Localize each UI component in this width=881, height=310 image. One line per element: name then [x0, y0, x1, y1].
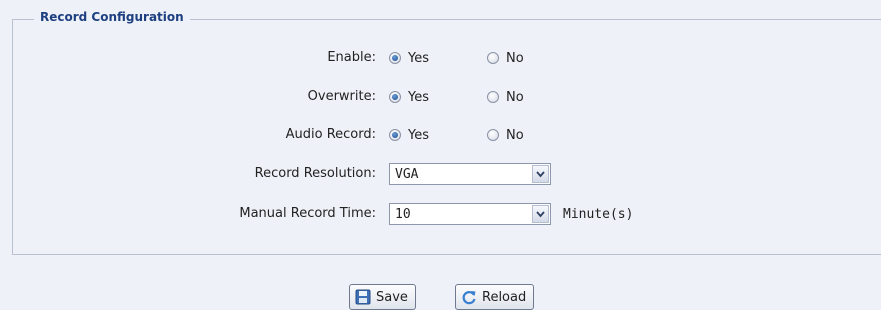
- audio-record-no-label: No: [506, 127, 524, 143]
- manual-record-time-select[interactable]: 10: [389, 203, 551, 225]
- audio-record-label: Audio Record:: [285, 127, 376, 142]
- enable-no-option[interactable]: No: [487, 51, 524, 66]
- reload-button-label: Reload: [482, 289, 527, 305]
- floppy-disk-icon: [355, 289, 371, 305]
- save-button[interactable]: Save: [349, 284, 416, 310]
- record-configuration-legend: Record Configuration: [34, 10, 190, 24]
- audio-record-yes-option[interactable]: Yes: [389, 128, 429, 143]
- manual-record-time-value: 10: [395, 206, 411, 222]
- reload-button[interactable]: Reload: [455, 284, 535, 310]
- enable-yes-option[interactable]: Yes: [389, 51, 429, 66]
- chevron-down-icon[interactable]: [532, 165, 549, 183]
- overwrite-label: Overwrite:: [307, 89, 376, 104]
- overwrite-no-option[interactable]: No: [487, 90, 524, 105]
- overwrite-no-radio[interactable]: [487, 91, 499, 103]
- refresh-icon: [461, 289, 477, 305]
- enable-no-label: No: [506, 50, 524, 66]
- audio-record-yes-label: Yes: [408, 127, 429, 143]
- enable-label: Enable:: [327, 50, 376, 65]
- record-resolution-select[interactable]: VGA: [389, 163, 551, 185]
- overwrite-yes-radio[interactable]: [389, 91, 401, 103]
- audio-record-no-option[interactable]: No: [487, 128, 524, 143]
- chevron-down-icon[interactable]: [532, 205, 549, 223]
- audio-record-no-radio[interactable]: [487, 129, 499, 141]
- audio-record-yes-radio[interactable]: [389, 129, 401, 141]
- overwrite-no-label: No: [506, 89, 524, 105]
- manual-record-time-label: Manual Record Time:: [239, 206, 376, 221]
- enable-no-radio[interactable]: [487, 52, 499, 64]
- manual-record-time-unit: Minute(s): [563, 206, 634, 222]
- overwrite-yes-label: Yes: [408, 89, 429, 105]
- enable-yes-radio[interactable]: [389, 52, 401, 64]
- save-button-label: Save: [376, 289, 408, 305]
- enable-yes-label: Yes: [408, 50, 429, 66]
- record-resolution-label: Record Resolution:: [254, 166, 376, 181]
- overwrite-yes-option[interactable]: Yes: [389, 90, 429, 105]
- record-resolution-value: VGA: [395, 166, 419, 182]
